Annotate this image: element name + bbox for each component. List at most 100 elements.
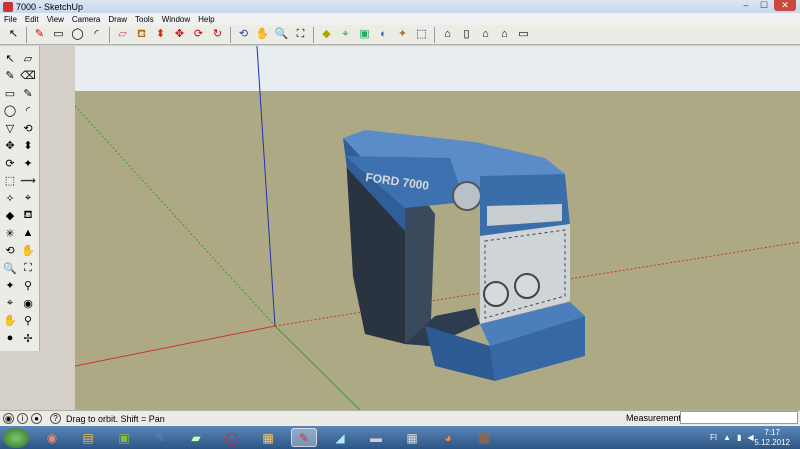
zoom-extents-icon[interactable]: ⛶ — [292, 26, 309, 43]
orbit-icon[interactable]: ⟲ — [235, 26, 252, 43]
game-taskbar-icon[interactable]: ▣ — [111, 428, 137, 447]
menu-edit[interactable]: Edit — [25, 15, 39, 24]
warehouse-icon[interactable]: ◐ — [375, 26, 392, 43]
select-icon[interactable]: ↖ — [2, 50, 18, 66]
menu-help[interactable]: Help — [198, 15, 214, 24]
tray-arrow-icon[interactable]: ▲ — [723, 433, 731, 442]
credits-icon[interactable]: i — [17, 413, 28, 424]
top-view-icon[interactable]: ⌂ — [439, 26, 456, 43]
arc-icon[interactable]: ◜ — [20, 103, 36, 119]
geolocation-icon[interactable]: ⌖ — [337, 26, 354, 43]
move-icon[interactable]: ✥ — [171, 26, 188, 43]
rotate-icon[interactable]: ⟳ — [190, 26, 207, 43]
volume-icon[interactable]: ◀ — [747, 433, 753, 442]
select-icon[interactable]: ↖ — [5, 26, 22, 43]
components-icon[interactable]: ◆ — [318, 26, 335, 43]
menu-camera[interactable]: Camera — [72, 15, 100, 24]
menu-window[interactable]: Window — [162, 15, 190, 24]
dimension-icon[interactable]: ⌖ — [20, 190, 36, 206]
calculator-taskbar-icon[interactable]: ▦ — [399, 428, 425, 447]
network-icon[interactable]: ▮ — [737, 433, 741, 442]
section-plane-icon[interactable]: ⚲ — [20, 313, 36, 329]
pan-icon[interactable]: ✋ — [254, 26, 271, 43]
nav-icon[interactable]: ✢ — [20, 330, 36, 346]
circle-icon[interactable]: ◯ — [69, 26, 86, 43]
footprint-icon[interactable]: ● — [2, 330, 18, 346]
scene-canvas[interactable]: FORD 7000 — [75, 46, 800, 410]
menu-file[interactable]: File — [4, 15, 17, 24]
texture-taskbar-icon[interactable]: ▩ — [471, 428, 497, 447]
orbit-icon[interactable]: ⟲ — [2, 243, 18, 259]
back-view-icon[interactable]: ⌂ — [496, 26, 513, 43]
eraser-icon[interactable]: ⌫ — [20, 68, 36, 84]
component-icon[interactable]: ▱ — [20, 50, 36, 66]
rectangle-icon[interactable]: ▭ — [50, 26, 67, 43]
docs-taskbar-icon[interactable]: ◢ — [327, 428, 353, 447]
language-indicator[interactable]: FI — [710, 433, 717, 442]
zoom-window-icon[interactable]: ⛶ — [20, 260, 36, 276]
zoom-icon[interactable]: 🔍 — [273, 26, 290, 43]
right-view-icon[interactable]: ⌂ — [477, 26, 494, 43]
extension-icon[interactable]: ✦ — [394, 26, 411, 43]
clock-time: 7:17 — [764, 428, 780, 437]
opera-taskbar-icon[interactable]: ◯ — [219, 428, 245, 447]
minimize-button[interactable]: – — [738, 0, 754, 11]
follow-me-icon[interactable]: ↻ — [209, 26, 226, 43]
help-icon[interactable]: ? — [50, 413, 61, 424]
left-view-icon[interactable]: ▭ — [515, 26, 532, 43]
notes-taskbar-icon[interactable]: ▰ — [183, 428, 209, 447]
3d-text-icon[interactable]: ▲ — [20, 225, 36, 241]
axes-icon[interactable]: ✳ — [2, 225, 18, 241]
rectangle-icon[interactable]: ▭ — [2, 85, 18, 101]
menu-view[interactable]: View — [47, 15, 64, 24]
eraser-icon[interactable]: ▱ — [114, 26, 131, 43]
media-taskbar-icon[interactable]: ▬ — [363, 428, 389, 447]
explorer-taskbar-icon[interactable]: ▤ — [75, 428, 101, 447]
paint-bucket-icon[interactable]: ✎ — [2, 68, 18, 84]
arc-icon[interactable]: ◜ — [88, 26, 105, 43]
menu-draw[interactable]: Draw — [108, 15, 127, 24]
position-camera-icon[interactable]: ⌖ — [2, 295, 18, 311]
pan-icon[interactable]: ✋ — [20, 243, 36, 259]
look-around-icon[interactable]: ◉ — [20, 295, 36, 311]
blender-taskbar-icon[interactable]: ◉ — [39, 428, 65, 447]
tape-measure-icon[interactable]: ✧ — [2, 190, 18, 206]
front-view-icon[interactable]: ▯ — [458, 26, 475, 43]
move-icon[interactable]: ✥ — [2, 138, 18, 154]
photo-textures-icon[interactable]: ▣ — [356, 26, 373, 43]
user-icon[interactable]: ● — [31, 413, 42, 424]
walk-icon[interactable]: ✋ — [2, 313, 18, 329]
push-pull-icon[interactable]: ⬍ — [152, 26, 169, 43]
iso-view-icon[interactable]: ⬚ — [413, 26, 430, 43]
offset-icon[interactable]: ⟿ — [20, 173, 36, 189]
scale-icon[interactable]: ⬚ — [2, 173, 18, 189]
freehand-icon[interactable]: ⟲ — [20, 120, 36, 136]
start-button[interactable] — [3, 427, 29, 448]
zoom-icon[interactable]: 🔍 — [2, 260, 18, 276]
paint-bucket-icon[interactable]: ⛾ — [133, 26, 150, 43]
close-button[interactable]: ✕ — [774, 0, 796, 11]
follow-me-icon[interactable]: ✦ — [20, 155, 36, 171]
pencil-icon[interactable]: ✎ — [31, 26, 48, 43]
taskbar-clock[interactable]: 7:17 5.12.2012 — [754, 428, 790, 448]
geo-status-icon[interactable]: ◉ — [3, 413, 14, 424]
push-pull-icon[interactable]: ⬍ — [20, 138, 36, 154]
editor-taskbar-icon[interactable]: ✎ — [147, 428, 173, 447]
toolbar-divider — [230, 26, 231, 43]
headlight-left — [452, 181, 482, 211]
paint-taskbar-icon[interactable]: ◕ — [435, 428, 461, 447]
model-viewport[interactable]: FORD 7000 — [75, 46, 800, 410]
sketchup-taskbar-icon[interactable]: ✎ — [291, 428, 317, 447]
polygon-icon[interactable]: ▽ — [2, 120, 18, 136]
line-icon[interactable]: ✎ — [20, 85, 36, 101]
folder-taskbar-icon[interactable]: ▦ — [255, 428, 281, 447]
maximize-button[interactable]: ☐ — [756, 0, 772, 11]
previous-view-icon[interactable]: ⚲ — [20, 278, 36, 294]
circle-icon[interactable]: ◯ — [2, 103, 18, 119]
menu-tools[interactable]: Tools — [135, 15, 154, 24]
rotate-icon[interactable]: ⟳ — [2, 155, 18, 171]
protractor-icon[interactable]: ◆ — [2, 208, 18, 224]
zoom-extents-icon[interactable]: ✦ — [2, 278, 18, 294]
measurements-input[interactable] — [680, 411, 798, 424]
text-icon[interactable]: ⛾ — [20, 208, 36, 224]
